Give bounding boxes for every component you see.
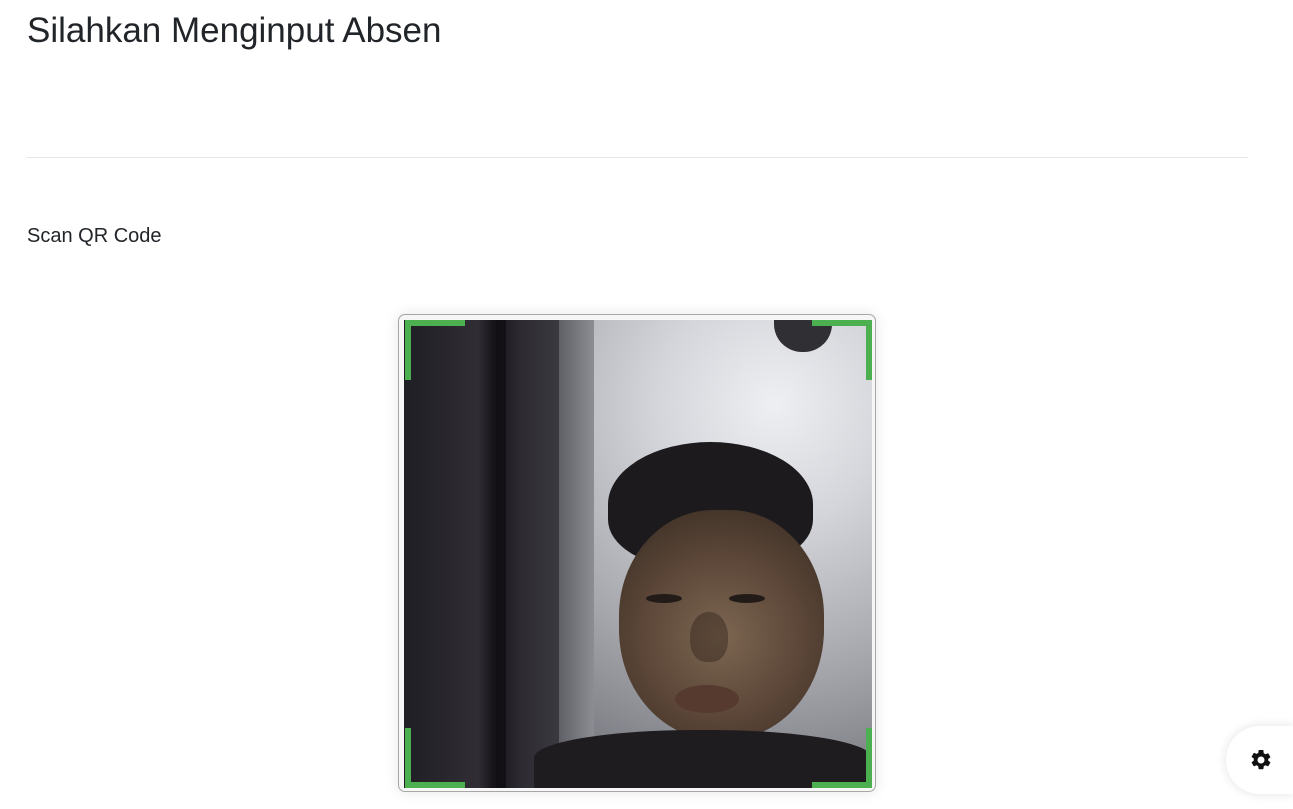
person-right-eye [729,594,765,603]
person-nose [690,612,728,662]
page: Silahkan Menginput Absen Scan QR Code [0,0,1293,809]
scan-frame-top-left-corner [405,320,465,380]
settings-button[interactable] [1226,726,1293,794]
camera-preview [404,320,872,788]
gear-icon [1251,749,1271,770]
person-mouth [675,685,739,713]
scan-frame-top-right-corner [812,320,872,380]
camera-background-door-edge [496,320,506,788]
scan-frame-bottom-right-corner [812,728,872,788]
scan-section-title: Scan QR Code [27,225,162,247]
scan-frame-bottom-left-corner [405,728,465,788]
page-title: Silahkan Menginput Absen [27,11,442,50]
person-left-eye [646,594,682,603]
section-divider [27,157,1248,158]
camera-background-door [404,320,559,788]
qr-scanner-card[interactable] [398,314,876,792]
